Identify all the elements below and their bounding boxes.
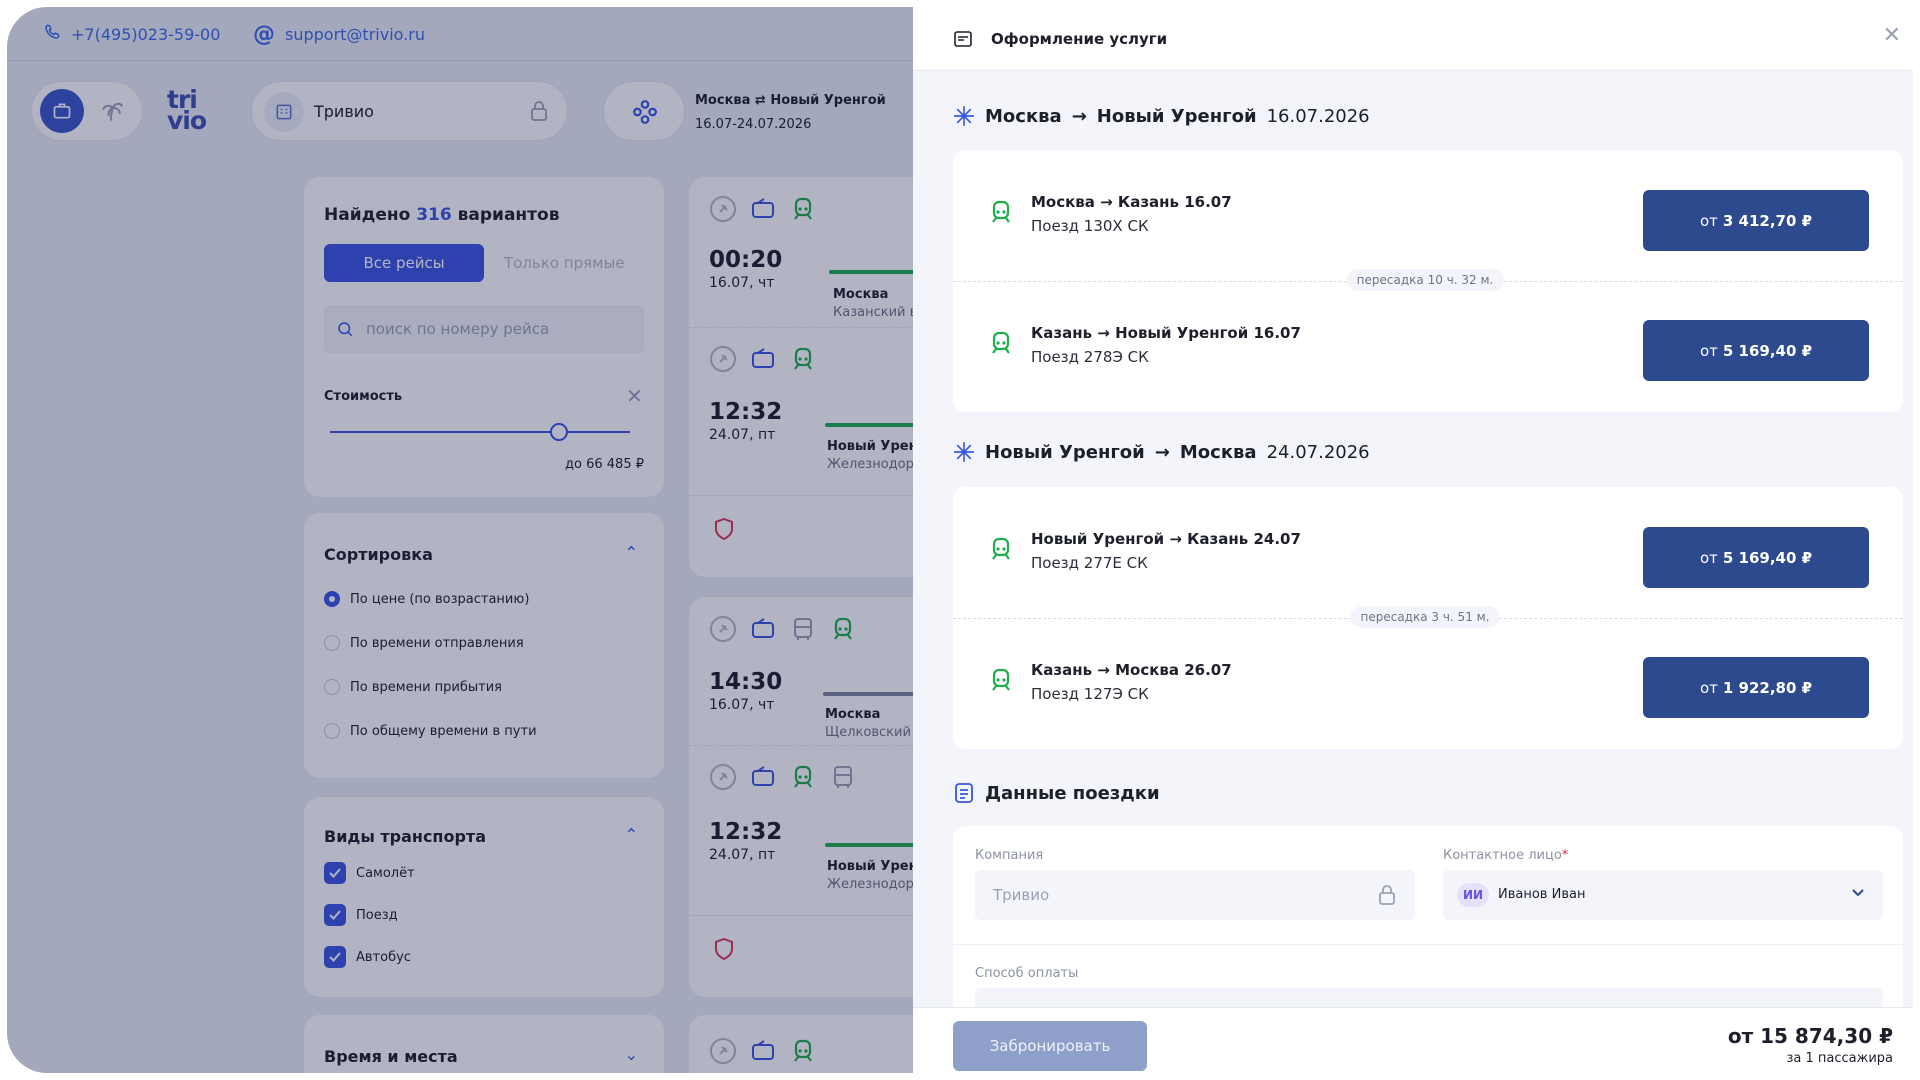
plane-icon — [954, 442, 974, 462]
inbound-date: 24.07.2026 — [1266, 441, 1370, 463]
avatar: ИИ — [1457, 883, 1489, 907]
price-prefix: от — [1699, 678, 1718, 697]
modal-overlay[interactable] — [7, 7, 914, 1073]
arrow-right-icon: → — [1154, 441, 1170, 463]
leg-title: Казань → Новый Уренгой 16.07 — [1031, 324, 1301, 342]
trip-data-title: Данные поездки — [953, 782, 1160, 804]
destination-city: Москва — [1179, 441, 1257, 463]
plane-icon — [954, 106, 974, 126]
arrow-right-icon: → — [1071, 105, 1087, 127]
leg-row: Новый Уренгой → Казань 24.07 Поезд 277Е … — [953, 487, 1903, 617]
leg-row: Москва → Казань 16.07 Поезд 130Х СК от 3… — [953, 150, 1903, 280]
document-icon — [954, 31, 972, 47]
close-icon[interactable]: ✕ — [1883, 23, 1901, 48]
notes-icon — [955, 783, 973, 803]
price-value: 1 922,80 ₽ — [1722, 678, 1813, 697]
train-icon — [992, 668, 1010, 691]
total-price: от 15 874,30 ₽ — [1727, 1024, 1893, 1048]
price-value: 5 169,40 ₽ — [1722, 548, 1813, 567]
train-icon — [992, 331, 1010, 354]
booking-panel: Оформление услуги ✕ Москва → Новый Уренг… — [913, 7, 1913, 1073]
price-button[interactable]: от 1 922,80 ₽ — [1643, 657, 1869, 718]
leg-train: Поезд 130Х СК — [1031, 217, 1149, 235]
chevron-down-icon — [1852, 889, 1864, 897]
contact-label-text: Контактное лицо — [1443, 848, 1562, 863]
trip-data-heading: Данные поездки — [985, 782, 1160, 804]
train-icon — [992, 537, 1010, 560]
leg-train: Поезд 278Э СК — [1031, 348, 1149, 366]
leg-title: Казань → Москва 26.07 — [1031, 661, 1232, 679]
payment-field-label: Способ оплаты — [975, 966, 1079, 981]
panel-header: Оформление услуги ✕ — [913, 7, 1913, 71]
app-frame: +7(495)023-59-00 @ support@trivio.ru tri… — [7, 7, 1913, 1073]
origin-city: Новый Уренгой — [985, 441, 1145, 463]
outbound-title: Москва → Новый Уренгой 16.07.2026 — [953, 105, 1370, 127]
leg-title: Москва → Казань 16.07 — [1031, 193, 1232, 211]
destination-city: Новый Уренгой — [1096, 105, 1257, 127]
inbound-card: Новый Уренгой → Казань 24.07 Поезд 277Е … — [953, 487, 1903, 749]
total-note: за 1 пассажира — [1786, 1051, 1893, 1066]
origin-city: Москва — [985, 105, 1062, 127]
leg-train: Поезд 277Е СК — [1031, 554, 1148, 572]
contact-select[interactable]: ИИ Иванов Иван — [1443, 870, 1883, 920]
leg-title: Новый Уренгой → Казань 24.07 — [1031, 530, 1301, 548]
leg-row: Казань → Новый Уренгой 16.07 Поезд 278Э … — [953, 281, 1903, 411]
price-prefix: от — [1699, 341, 1718, 360]
panel-footer: Забронировать от 15 874,30 ₽ за 1 пассаж… — [913, 1007, 1913, 1073]
inbound-title: Новый Уренгой → Москва 24.07.2026 — [953, 441, 1370, 463]
panel-title: Оформление услуги — [991, 30, 1168, 48]
outbound-date: 16.07.2026 — [1266, 105, 1370, 127]
company-field: Тривио — [975, 870, 1415, 920]
leg-row: Казань → Москва 26.07 Поезд 127Э СК от 1… — [953, 618, 1903, 748]
price-value: 3 412,70 ₽ — [1722, 211, 1813, 230]
company-field-value: Тривио — [993, 886, 1050, 904]
price-button[interactable]: от 3 412,70 ₽ — [1643, 190, 1869, 251]
train-icon — [992, 200, 1010, 223]
book-button[interactable]: Забронировать — [953, 1021, 1147, 1071]
leg-train: Поезд 127Э СК — [1031, 685, 1149, 703]
divider — [953, 944, 1903, 945]
price-prefix: от — [1699, 548, 1718, 567]
price-button[interactable]: от 5 169,40 ₽ — [1643, 527, 1869, 588]
required-mark: * — [1561, 848, 1569, 863]
outbound-card: Москва → Казань 16.07 Поезд 130Х СК от 3… — [953, 150, 1903, 412]
price-button[interactable]: от 5 169,40 ₽ — [1643, 320, 1869, 381]
price-prefix: от — [1699, 211, 1718, 230]
contact-field-label: Контактное лицо* — [1443, 848, 1568, 863]
company-field-label: Компания — [975, 848, 1044, 863]
lock-icon — [1379, 885, 1395, 905]
contact-value: Иванов Иван — [1498, 887, 1586, 902]
price-value: 5 169,40 ₽ — [1722, 341, 1813, 360]
